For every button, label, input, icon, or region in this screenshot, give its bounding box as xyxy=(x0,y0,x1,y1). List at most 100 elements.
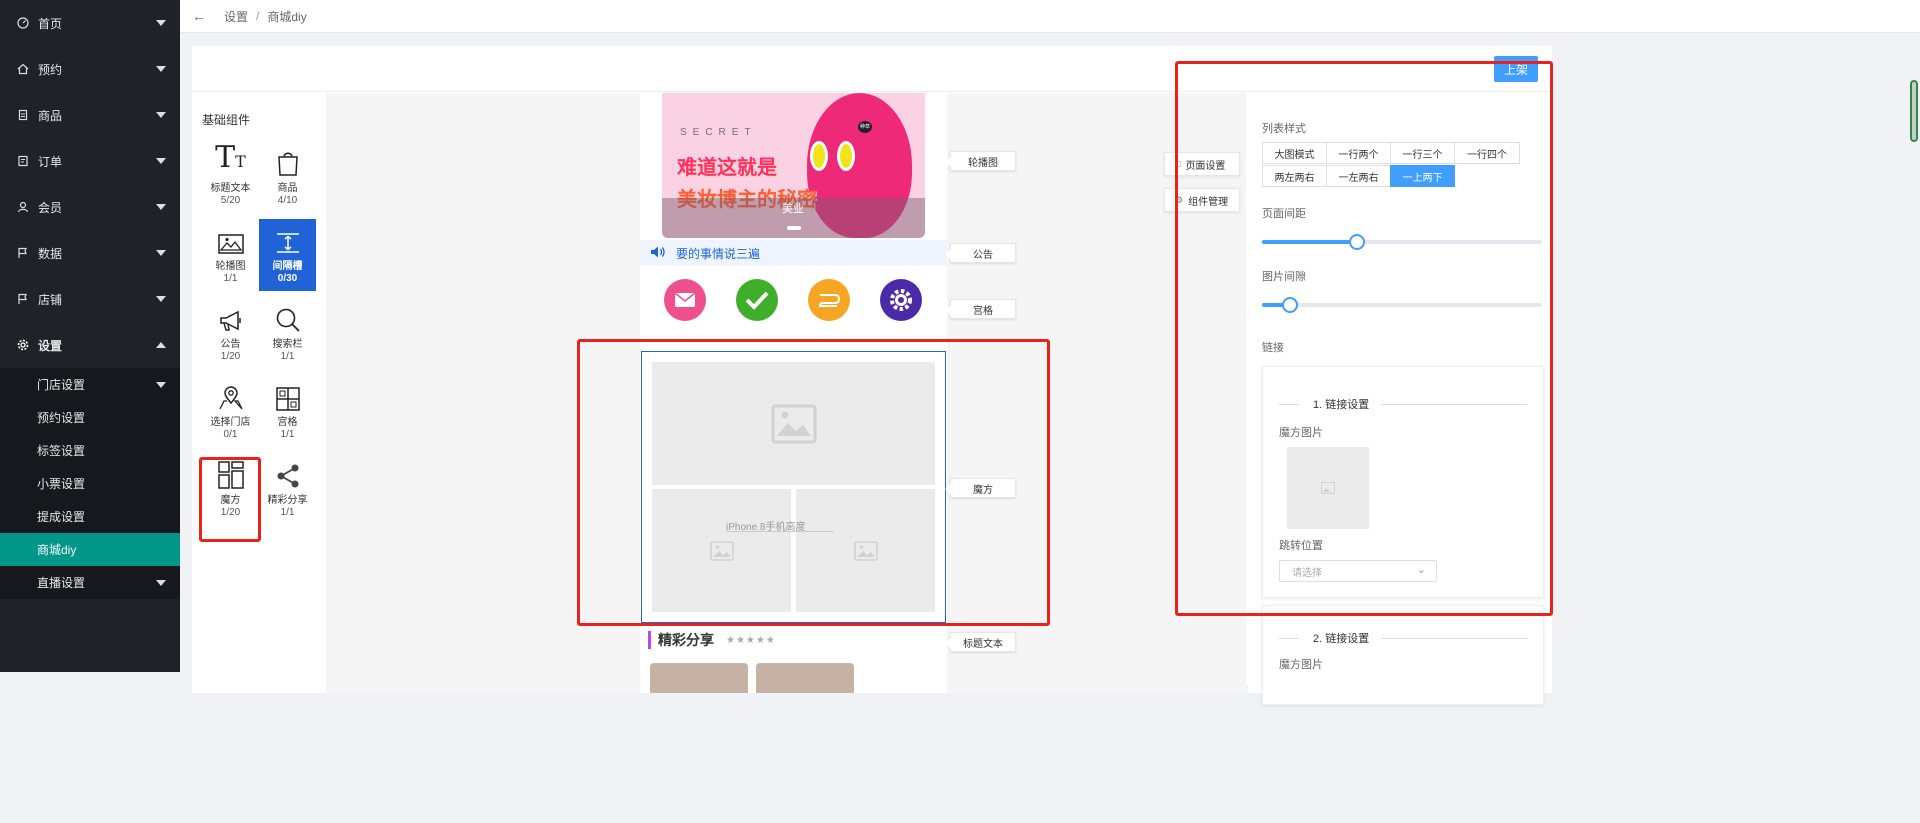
breadcrumb-parent[interactable]: 设置 xyxy=(224,8,248,25)
submenu-item-store-settings[interactable]: 门店设置 xyxy=(0,368,180,401)
cube-layout-icon xyxy=(202,453,259,489)
sidebar-item-label: 会员 xyxy=(38,200,63,215)
page-scrollbar[interactable] xyxy=(1910,80,1918,142)
check-icon[interactable] xyxy=(736,279,778,321)
component-count: 1/20 xyxy=(220,507,241,518)
share-section-header[interactable]: 精彩分享 ★★★★★ xyxy=(640,625,947,655)
component-name: 轮播图 xyxy=(215,261,246,272)
publish-button[interactable]: 上架 xyxy=(1494,56,1538,82)
notice-bar[interactable]: 要的事情说三遍 xyxy=(640,240,947,266)
image-placeholder-icon xyxy=(771,404,816,443)
component-carousel[interactable]: 轮播图 1/1 xyxy=(202,219,259,291)
list-style-option[interactable]: 两左两右 xyxy=(1262,165,1327,187)
spacer-icon xyxy=(259,219,316,255)
sidebar-item-members[interactable]: 会员 xyxy=(0,184,180,230)
breadcrumb: ← 设置 / 商城diy xyxy=(180,0,1920,33)
component-grid[interactable]: 宫格 1/1 xyxy=(259,375,316,447)
cube-cell-bottom-left[interactable] xyxy=(652,489,791,612)
text-title-icon: TT xyxy=(215,140,246,175)
sidebar: 首页 预约 商品 订单 会员 数据 店铺 设置 门店设置 预约设置 标签设置 小… xyxy=(0,0,180,672)
list-style-option-selected[interactable]: 一上两下 xyxy=(1390,165,1455,187)
cube-cell-bottom-right[interactable] xyxy=(796,489,935,612)
submenu-label: 预约设置 xyxy=(37,411,86,425)
component-spacer[interactable]: 间隔槽 0/30 xyxy=(259,219,316,291)
chevron-down-icon xyxy=(156,296,166,302)
gear-icon xyxy=(16,338,30,352)
route-icon[interactable] xyxy=(808,279,850,321)
component-panel: 基础组件 TT 标题文本 5/20 商品 4/10 轮播图 1/1 间隔槽 0/… xyxy=(192,93,326,693)
list-style-option[interactable]: 大图模式 xyxy=(1262,142,1327,164)
list-style-option[interactable]: 一行三个 xyxy=(1390,142,1455,164)
submenu-item-mall-diy[interactable]: 商城diy xyxy=(0,533,180,566)
sidebar-item-data[interactable]: 数据 xyxy=(0,230,180,276)
editor-card: 上架 基础组件 TT 标题文本 5/20 商品 4/10 轮播图 1/1 间隔槽… xyxy=(192,46,1552,705)
label-tag-cube[interactable]: 魔方 xyxy=(945,478,1016,498)
cube-image-upload[interactable] xyxy=(1287,447,1369,529)
share-thumbnail[interactable] xyxy=(756,663,854,693)
component-notice[interactable]: 公告 1/20 xyxy=(202,297,259,369)
sidebar-item-booking[interactable]: 预约 xyxy=(0,46,180,92)
link-settings-card: 1. 链接设置 魔方图片 跳转位置 请选择 ⌄ xyxy=(1262,366,1544,598)
chevron-down-icon: ⌄ xyxy=(1416,564,1426,576)
list-style-option[interactable]: 一行四个 xyxy=(1454,142,1520,164)
submenu-item-tag-settings[interactable]: 标签设置 xyxy=(0,434,180,467)
cube-preview[interactable] xyxy=(641,351,946,623)
sidebar-item-label: 订单 xyxy=(38,154,63,169)
sidebar-item-orders[interactable]: 订单 xyxy=(0,138,180,184)
submenu-item-receipt-settings[interactable]: 小票设置 xyxy=(0,467,180,500)
chevron-down-icon xyxy=(156,158,166,164)
sidebar-item-label: 数据 xyxy=(38,246,63,261)
sidebar-item-home[interactable]: 首页 xyxy=(0,0,180,46)
component-name: 搜索栏 xyxy=(272,339,303,350)
back-arrow-icon[interactable]: ← xyxy=(192,8,206,24)
submenu-item-booking-settings[interactable]: 预约设置 xyxy=(0,401,180,434)
image-gap-slider[interactable] xyxy=(1262,297,1542,313)
carousel-indicator[interactable] xyxy=(787,226,801,230)
chevron-down-icon xyxy=(156,66,166,72)
page-margin-slider[interactable] xyxy=(1262,234,1542,250)
list-style-option[interactable]: 一行两个 xyxy=(1326,142,1391,164)
preview-canvas: SECRET 种草 难道这就是 美妆博主的秘密 美业 要的事情说三遍 精彩分享 … xyxy=(326,93,1246,693)
cube-image-label: 魔方图片 xyxy=(1279,659,1323,671)
settings-submenu: 门店设置 预约设置 标签设置 小票设置 提成设置 商城diy 直播设置 xyxy=(0,368,180,599)
sidebar-item-store[interactable]: 店铺 xyxy=(0,276,180,322)
label-tag-notice[interactable]: 公告 xyxy=(945,243,1016,263)
jump-position-select[interactable]: 请选择 ⌄ xyxy=(1279,560,1437,582)
component-goods[interactable]: 商品 4/10 xyxy=(259,141,316,213)
slider-handle[interactable] xyxy=(1282,297,1298,313)
submenu-label: 标签设置 xyxy=(37,444,86,458)
label-tag-title-text[interactable]: 标题文本 xyxy=(945,632,1016,652)
gear-icon[interactable] xyxy=(880,279,922,321)
component-count: 1/1 xyxy=(280,507,295,518)
submenu-item-commission-settings[interactable]: 提成设置 xyxy=(0,500,180,533)
component-title-text[interactable]: TT 标题文本 5/20 xyxy=(202,141,259,213)
phone-height-line xyxy=(726,531,834,532)
speaker-icon xyxy=(650,245,666,262)
share-thumbnail[interactable] xyxy=(650,663,748,693)
sidebar-item-settings[interactable]: 设置 xyxy=(0,322,180,368)
submenu-item-live-settings[interactable]: 直播设置 xyxy=(0,566,180,599)
submenu-label: 提成设置 xyxy=(37,510,86,524)
component-count: 1/1 xyxy=(280,351,295,362)
label-tag-carousel[interactable]: 轮播图 xyxy=(945,151,1016,171)
component-cube[interactable]: 魔方 1/20 xyxy=(202,453,259,525)
label-tag-grid[interactable]: 宫格 xyxy=(945,299,1016,319)
page-settings-button[interactable]: □ 页面设置 xyxy=(1164,152,1240,176)
mail-icon[interactable] xyxy=(664,279,706,321)
carousel-banner[interactable]: SECRET 种草 难道这就是 美妆博主的秘密 美业 xyxy=(662,93,925,238)
component-management-button[interactable]: ⚙ 组件管理 xyxy=(1164,188,1240,212)
breadcrumb-current: 商城diy xyxy=(267,9,307,24)
bag-icon xyxy=(259,141,316,177)
cube-cell-top[interactable] xyxy=(652,362,935,485)
component-name: 精彩分享 xyxy=(267,495,308,506)
sidebar-item-goods[interactable]: 商品 xyxy=(0,92,180,138)
component-search-bar[interactable]: 搜索栏 1/1 xyxy=(259,297,316,369)
component-count: 0/1 xyxy=(223,429,238,440)
component-share[interactable]: 精彩分享 1/1 xyxy=(259,453,316,525)
select-placeholder: 请选择 xyxy=(1292,567,1322,579)
megaphone-icon xyxy=(202,297,259,333)
component-select-store[interactable]: 选择门店 0/1 xyxy=(202,375,259,447)
list-style-option[interactable]: 一左两右 xyxy=(1326,165,1391,187)
image-gap-label: 图片间隙 xyxy=(1262,271,1306,283)
slider-handle[interactable] xyxy=(1349,234,1366,250)
